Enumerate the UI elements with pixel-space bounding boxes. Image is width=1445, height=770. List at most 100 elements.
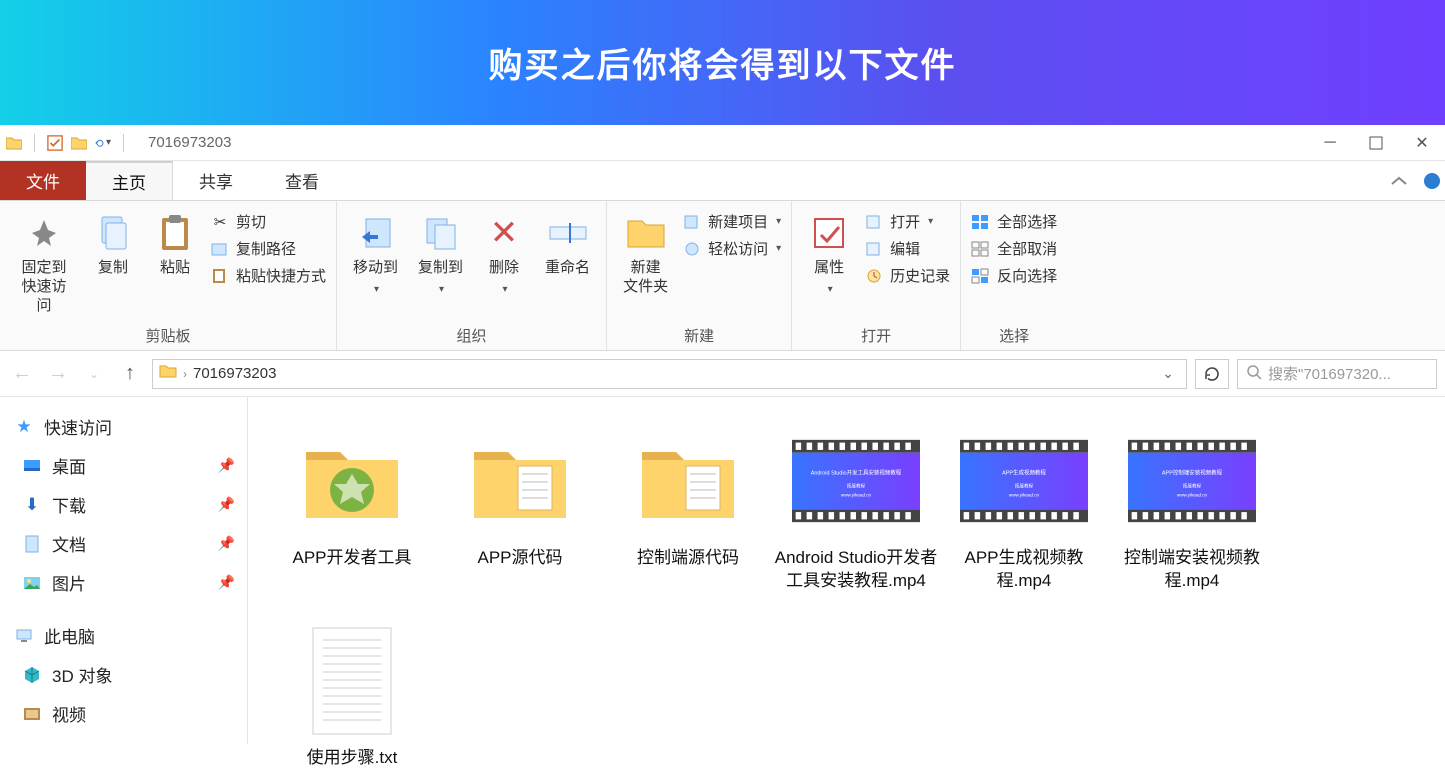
address-bar: ← → ⌄ ↑ › 7016973203 ⌄ 搜索"701697320... bbox=[0, 351, 1445, 397]
newfolder-label: 新建 文件夹 bbox=[623, 259, 668, 297]
help-icon[interactable] bbox=[1419, 161, 1445, 200]
open-button[interactable]: 打开▾ bbox=[864, 211, 950, 232]
file-name: APP开发者工具 bbox=[292, 547, 411, 570]
file-name: APP源代码 bbox=[477, 547, 562, 570]
tab-share[interactable]: 共享 bbox=[173, 161, 259, 200]
address-field[interactable]: › 7016973203 ⌄ bbox=[152, 359, 1187, 389]
cut-button[interactable]: ✂剪切 bbox=[210, 211, 326, 232]
nav-back-button[interactable]: ← bbox=[8, 360, 36, 388]
select-all-button[interactable]: 全部选择 bbox=[971, 211, 1057, 232]
minimize-button[interactable]: ─ bbox=[1307, 125, 1353, 161]
move-to-button[interactable]: 移动到▾ bbox=[347, 207, 404, 301]
folder-small-icon[interactable] bbox=[71, 135, 87, 151]
ribbon-group-open: 属性▾ 打开▾ 编辑 历史记录 打开 bbox=[792, 201, 961, 350]
copy-label: 复制 bbox=[98, 259, 128, 278]
nav-forward-button[interactable]: → bbox=[44, 360, 72, 388]
video-icon bbox=[22, 705, 42, 723]
sidebar-item-pictures[interactable]: 图片 📌 bbox=[0, 563, 247, 602]
documents-icon bbox=[22, 535, 42, 553]
delete-button[interactable]: ✕删除▾ bbox=[477, 207, 531, 301]
easy-access-button[interactable]: 轻松访问▾ bbox=[682, 238, 781, 259]
nav-recent-button[interactable]: ⌄ bbox=[80, 360, 108, 388]
file-item[interactable]: 控制端源代码 bbox=[604, 417, 772, 593]
invert-icon bbox=[971, 267, 991, 285]
svg-text:www.yikead.cn: www.yikead.cn bbox=[1177, 493, 1208, 498]
folder-icon bbox=[6, 135, 22, 151]
history-icon bbox=[864, 267, 884, 285]
file-item[interactable]: APP源代码 bbox=[436, 417, 604, 593]
properties-button[interactable]: 属性▾ bbox=[802, 207, 856, 301]
file-item[interactable]: Android Studio开发工具安装视频教程拓展教程www.yikead.c… bbox=[772, 417, 940, 593]
easyaccess-icon bbox=[682, 240, 702, 258]
sidebar-item-thispc[interactable]: 此电脑 bbox=[0, 616, 247, 655]
file-name: APP生成视频教程.mp4 bbox=[940, 547, 1108, 593]
file-name: 控制端安装视频教程.mp4 bbox=[1108, 547, 1276, 593]
new-item-button[interactable]: 新建项目▾ bbox=[682, 211, 781, 232]
group-select-label: 选择 bbox=[971, 321, 1057, 348]
cut-label: 剪切 bbox=[236, 211, 266, 232]
tab-home[interactable]: 主页 bbox=[86, 161, 173, 200]
svg-text:拓展教程: 拓展教程 bbox=[1015, 482, 1034, 489]
copyto-label: 复制到 bbox=[418, 259, 463, 278]
collapse-ribbon-button[interactable] bbox=[1379, 161, 1419, 200]
edit-button[interactable]: 编辑 bbox=[864, 238, 950, 259]
undo-icon[interactable]: ▾ bbox=[95, 135, 111, 151]
sidebar-item-desktop[interactable]: 桌面 📌 bbox=[0, 446, 247, 485]
copy-path-button[interactable]: 复制路径 bbox=[210, 238, 326, 259]
sidebar-item-videos[interactable]: 视频 bbox=[0, 694, 247, 733]
new-folder-button[interactable]: 新建 文件夹 bbox=[617, 207, 674, 303]
search-input[interactable]: 搜索"701697320... bbox=[1237, 359, 1437, 389]
file-item[interactable]: APP控制端安装视频教程拓展教程www.yikead.cn 控制端安装视频教程.… bbox=[1108, 417, 1276, 593]
checkbox-icon[interactable] bbox=[47, 135, 63, 151]
tab-view[interactable]: 查看 bbox=[259, 161, 345, 200]
selectall-icon bbox=[971, 213, 991, 231]
maximize-button[interactable] bbox=[1353, 125, 1399, 161]
delete-label: 删除 bbox=[489, 259, 519, 278]
group-organize-label: 组织 bbox=[347, 321, 596, 348]
open-icon bbox=[864, 213, 884, 231]
group-clipboard-label: 剪贴板 bbox=[10, 321, 326, 348]
video-thumbnail: Android Studio开发工具安装视频教程拓展教程www.yikead.c… bbox=[792, 417, 920, 545]
tab-file[interactable]: 文件 bbox=[0, 161, 86, 200]
ribbon-group-select: 全部选择 全部取消 反向选择 选择 bbox=[961, 201, 1067, 350]
video-thumbnail: APP生成视频教程拓展教程www.yikead.cn bbox=[960, 417, 1088, 545]
svg-text:拓展教程: 拓展教程 bbox=[1183, 482, 1202, 489]
sidebar-item-3dobjects[interactable]: 3D 对象 bbox=[0, 655, 247, 694]
file-item[interactable]: APP生成视频教程拓展教程www.yikead.cn APP生成视频教程.mp4 bbox=[940, 417, 1108, 593]
history-button[interactable]: 历史记录 bbox=[864, 265, 950, 286]
select-none-button[interactable]: 全部取消 bbox=[971, 238, 1057, 259]
paste-button[interactable]: 粘贴 bbox=[148, 207, 202, 284]
sidebar-item-documents[interactable]: 文档 📌 bbox=[0, 524, 247, 563]
search-placeholder: 搜索"701697320... bbox=[1268, 363, 1391, 384]
selectnone-label: 全部取消 bbox=[997, 238, 1057, 259]
folder-thumbnail bbox=[624, 417, 752, 545]
copy-button[interactable]: 复制 bbox=[86, 207, 140, 284]
txt-thumbnail bbox=[288, 617, 416, 745]
selectall-label: 全部选择 bbox=[997, 211, 1057, 232]
sidebar-label: 下载 bbox=[52, 492, 86, 517]
sidebar-label: 此电脑 bbox=[44, 623, 95, 648]
file-item[interactable]: APP开发者工具 bbox=[268, 417, 436, 593]
file-name: Android Studio开发者工具安装教程.mp4 bbox=[772, 547, 940, 593]
rename-button[interactable]: 重命名 bbox=[539, 207, 596, 284]
address-dropdown-button[interactable]: ⌄ bbox=[1156, 365, 1180, 382]
pin-quickaccess-button[interactable]: 固定到快速访问 bbox=[10, 207, 78, 321]
folder-thumbnail bbox=[288, 417, 416, 545]
svg-text:www.yikead.cn: www.yikead.cn bbox=[1009, 493, 1040, 498]
breadcrumb[interactable]: 7016973203 bbox=[193, 365, 276, 382]
nav-up-button[interactable]: ↑ bbox=[116, 360, 144, 388]
invert-selection-button[interactable]: 反向选择 bbox=[971, 265, 1057, 286]
folder-thumbnail bbox=[456, 417, 584, 545]
sidebar-item-quickaccess[interactable]: ★ 快速访问 bbox=[0, 407, 247, 446]
copy-to-button[interactable]: 复制到▾ bbox=[412, 207, 469, 301]
separator bbox=[123, 134, 124, 152]
file-name: 控制端源代码 bbox=[637, 547, 739, 570]
file-item[interactable]: 使用步骤.txt bbox=[268, 617, 436, 770]
sidebar-label: 文档 bbox=[52, 531, 86, 556]
cube-icon bbox=[22, 666, 42, 684]
refresh-button[interactable] bbox=[1195, 359, 1229, 389]
chevron-right-icon[interactable]: › bbox=[183, 367, 187, 381]
paste-shortcut-button[interactable]: 粘贴快捷方式 bbox=[210, 265, 326, 286]
sidebar-item-downloads[interactable]: ⬇ 下载 📌 bbox=[0, 485, 247, 524]
close-button[interactable]: ✕ bbox=[1399, 125, 1445, 161]
